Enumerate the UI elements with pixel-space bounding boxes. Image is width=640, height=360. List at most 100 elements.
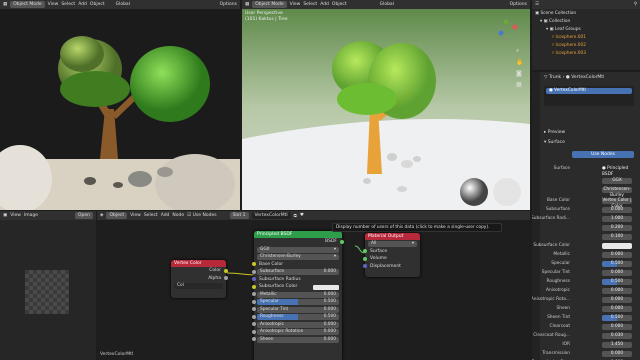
material-name-field[interactable]: VertexColorMtl [251, 212, 291, 219]
menu-select[interactable]: Select [144, 213, 158, 218]
output-socket[interactable] [224, 268, 228, 273]
property-value-field[interactable]: 0.030 [602, 332, 632, 339]
subsurface-method-dropdown[interactable]: Christensen-Burley [602, 186, 632, 198]
use-nodes-button[interactable]: Use Nodes [572, 151, 634, 158]
menu-object[interactable]: Object [90, 2, 105, 7]
node-editor-icon[interactable]: ◈ [100, 213, 103, 218]
menu-view[interactable]: View [290, 2, 301, 7]
property-value-field[interactable]: 0.000 [602, 350, 632, 357]
options-dropdown[interactable]: Options [220, 2, 237, 7]
image-editor[interactable] [0, 220, 96, 360]
pan-hand-icon[interactable]: ✋ [516, 59, 523, 66]
object-type-dropdown[interactable]: Object [106, 212, 128, 219]
distribution-dropdown[interactable]: GGX [602, 177, 632, 184]
property-value-field[interactable]: 1.450 [602, 341, 632, 348]
input-value-field[interactable]: Anisotropic 0.000 [257, 321, 339, 328]
input-value-field[interactable]: Roughness 0.500 [257, 314, 339, 320]
color-swatch[interactable] [313, 284, 339, 290]
input-socket[interactable] [252, 269, 256, 274]
menu-add[interactable]: Add [78, 2, 87, 7]
target-dropdown[interactable]: All ▾ [368, 241, 417, 247]
mode-dropdown[interactable]: Object Mode [252, 1, 287, 8]
input-socket[interactable] [363, 249, 367, 254]
input-socket[interactable] [252, 322, 256, 327]
preview-panel-header[interactable]: ▸ Preview [544, 130, 565, 135]
node-editor-canvas[interactable]: Vertex Color Color Alpha Col Principled … [97, 220, 530, 360]
material-slot-item[interactable]: ● VertexColorMtl [546, 88, 632, 94]
material-output-node[interactable]: Material Output All ▾ Surface Volume Disp… [363, 233, 420, 277]
property-value-field[interactable]: 0.100 [602, 233, 632, 240]
property-value-field[interactable]: 0.500 [602, 314, 632, 321]
filter-icon[interactable]: ⚲ [634, 2, 637, 7]
input-socket[interactable] [252, 337, 256, 342]
property-value-field[interactable]: 0.000 [602, 323, 632, 330]
open-image-button[interactable]: Open [74, 212, 93, 219]
orientation-dropdown[interactable]: Global [116, 2, 130, 7]
options-dropdown[interactable]: Options [510, 2, 527, 7]
input-value-field[interactable]: Specular Tint 0.000 [257, 306, 339, 313]
menu-view[interactable]: View [130, 213, 141, 218]
property-value-field[interactable]: 0.500 [602, 278, 632, 285]
input-value-field[interactable]: Anisotropic Rotation 0.000 [257, 329, 339, 335]
mode-dropdown[interactable]: Object Mode [10, 1, 45, 8]
input-socket[interactable] [252, 307, 256, 312]
menu-object[interactable]: Object [332, 2, 347, 7]
property-value-field[interactable]: 1.000 [602, 215, 632, 222]
editor-type-icon[interactable]: ▦ [3, 2, 7, 7]
outliner-item[interactable]: ▾ ▣ Collection [532, 18, 640, 25]
menu-select[interactable]: Select [303, 2, 317, 7]
use-nodes-checkbox[interactable]: ☑ Use Nodes [187, 213, 216, 218]
outliner-item[interactable]: ▾ ▣ Leaf Groups [532, 26, 640, 33]
surface-shader-field[interactable]: ● Principled BSDF [602, 165, 632, 177]
input-socket[interactable] [363, 264, 367, 269]
input-value-field[interactable]: Sheen 0.000 [257, 336, 339, 343]
property-value-field[interactable] [602, 242, 632, 249]
grid-icon[interactable]: ▦ [516, 81, 523, 88]
property-value-field[interactable]: 0.000 [602, 251, 632, 258]
property-value-field[interactable]: 0.500 [602, 260, 632, 267]
subsurface-method-dropdown[interactable]: Christensen-Burley ▾ [257, 254, 339, 260]
menu-select[interactable]: Select [61, 2, 75, 7]
slot-dropdown[interactable]: Slot 1 [229, 212, 249, 219]
input-socket[interactable] [252, 299, 256, 304]
input-socket[interactable] [252, 277, 256, 282]
principled-bsdf-node[interactable]: Principled BSDF BSDF GGX ▾ Christensen-Bu… [252, 231, 344, 360]
input-value-field[interactable]: Subsurface 0.000 [257, 269, 339, 275]
property-value-field[interactable]: 0.000 [602, 269, 632, 276]
outliner-item[interactable]: ▿ Icosphere.003 [532, 50, 640, 57]
property-value-field[interactable]: 0.000 [602, 305, 632, 312]
input-socket[interactable] [363, 256, 367, 261]
menu-view[interactable]: View [48, 2, 59, 7]
fake-user-icon[interactable]: ♥ [300, 213, 304, 218]
property-value-field[interactable]: 0.000 [602, 296, 632, 303]
surface-panel-header[interactable]: ▾ Surface [544, 140, 565, 145]
menu-view[interactable]: View [10, 213, 21, 218]
input-socket[interactable] [252, 262, 256, 267]
right-viewport[interactable]: User Perspective (101) Kaktus | Tree ⌕ ✋… [242, 9, 530, 210]
input-value-field[interactable]: Metallic 0.000 [257, 291, 339, 298]
outliner-item[interactable]: ▿ Icosphere.002 [532, 42, 640, 49]
property-value-field[interactable]: 0.000 [602, 206, 632, 213]
input-value-field[interactable]: Specular 0.500 [257, 299, 339, 305]
material-slots-list[interactable]: ● VertexColorMtl [544, 86, 634, 106]
input-socket[interactable] [252, 284, 256, 289]
menu-node[interactable]: Node [172, 213, 184, 218]
editor-type-icon[interactable]: ▦ [245, 2, 249, 7]
property-value-field[interactable]: 0.000 [602, 287, 632, 294]
outliner-item[interactable]: ▣ Scene Collection [532, 10, 640, 17]
menu-add[interactable]: Add [161, 213, 170, 218]
left-viewport[interactable] [0, 9, 240, 210]
input-socket[interactable] [252, 314, 256, 319]
output-socket[interactable] [340, 239, 344, 244]
outliner-icon[interactable]: ☰ [535, 2, 539, 7]
vertex-color-node[interactable]: Vertex Color Color Alpha Col [171, 260, 228, 298]
color-layer-field[interactable]: Col [174, 283, 223, 289]
input-socket[interactable] [252, 329, 256, 334]
distribution-dropdown[interactable]: GGX ▾ [257, 246, 339, 253]
orientation-dropdown[interactable]: Global [380, 2, 394, 7]
camera-icon[interactable]: ◙ [516, 70, 523, 77]
image-editor-icon[interactable]: ▣ [3, 213, 7, 218]
user-count-button[interactable]: ⧉ [294, 213, 297, 219]
zoom-icon[interactable]: ⌕ [516, 47, 523, 55]
menu-image[interactable]: Image [24, 213, 38, 218]
